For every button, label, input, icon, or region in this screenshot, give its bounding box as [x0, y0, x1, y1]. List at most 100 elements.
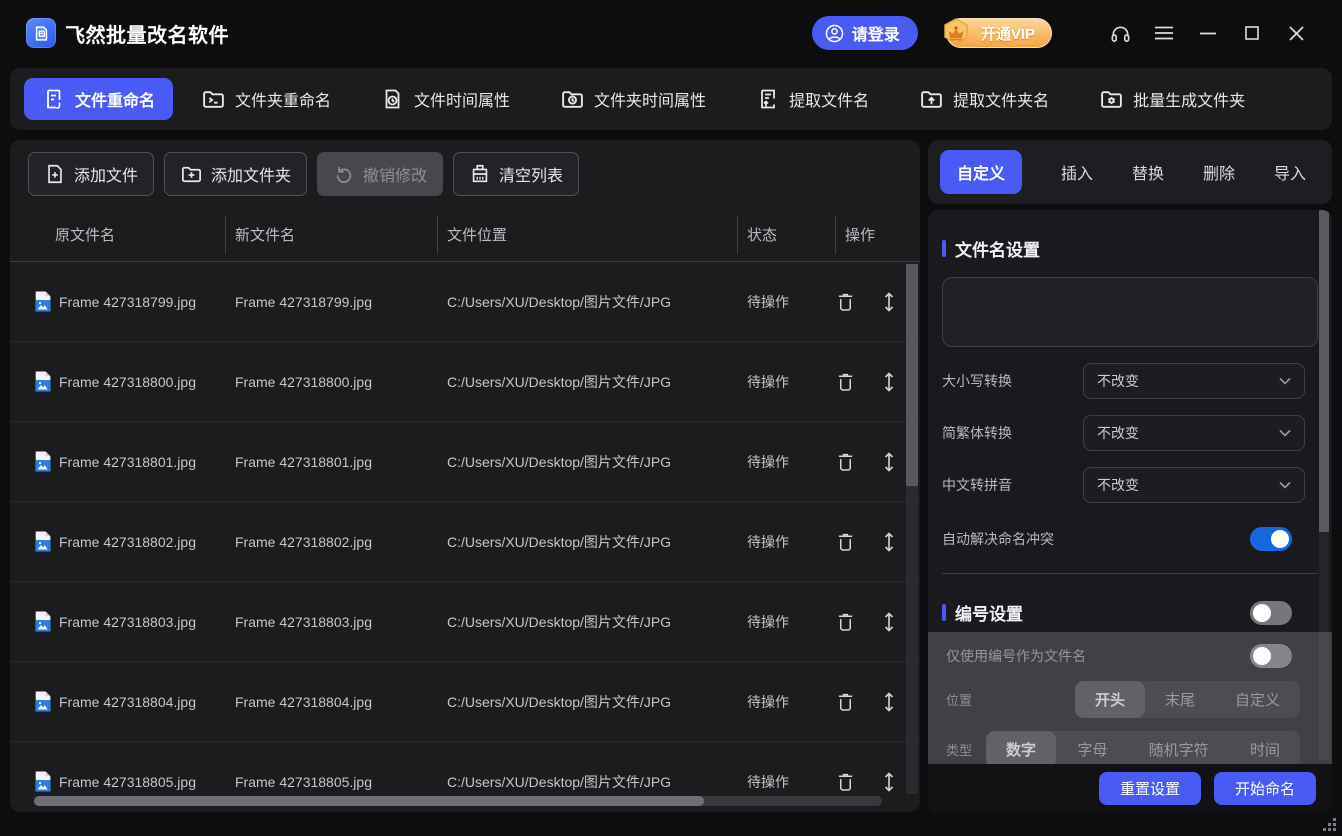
pinyin-convert-label: 中文转拼音 — [942, 475, 1012, 495]
resize-grip[interactable] — [1323, 818, 1338, 833]
nav-tab-file-time[interactable]: 文件时间属性 — [381, 87, 510, 111]
minimize-button[interactable] — [1186, 13, 1230, 53]
only-number-label: 仅使用编号作为文件名 — [946, 646, 1086, 666]
broom-icon — [469, 163, 491, 185]
nav-tab-folder-time[interactable]: 文件夹时间属性 — [560, 87, 706, 112]
position-label: 位置 — [946, 690, 972, 709]
table-row[interactable]: Frame 427318805.jpg Frame 427318805.jpg … — [10, 742, 920, 800]
vip-crown-icon — [939, 16, 973, 52]
tab-delete[interactable]: 删除 — [1203, 160, 1235, 184]
type-label: 类型 — [946, 740, 972, 759]
nav-tab-batch-create-folder[interactable]: 批量生成文件夹 — [1099, 87, 1245, 112]
add-file-button[interactable]: 添加文件 — [28, 152, 154, 196]
table-horizontal-scrollbar[interactable] — [34, 796, 882, 806]
table-row[interactable]: Frame 427318804.jpg Frame 427318804.jpg … — [10, 662, 920, 742]
tab-insert[interactable]: 插入 — [1061, 160, 1093, 184]
only-number-toggle[interactable] — [1250, 644, 1292, 668]
clear-list-button[interactable]: 清空列表 — [453, 152, 579, 196]
table-row[interactable]: Frame 427318802.jpg Frame 427318802.jpg … — [10, 502, 920, 582]
image-file-icon — [34, 531, 51, 552]
section-divider — [942, 573, 1318, 574]
app-logo-icon — [26, 18, 56, 48]
add-folder-label: 添加文件夹 — [211, 162, 291, 186]
table-body: Frame 427318799.jpg Frame 427318799.jpg … — [10, 262, 920, 800]
original-filename: Frame 427318804.jpg — [59, 694, 196, 710]
menu-button[interactable] — [1142, 13, 1186, 53]
position-option-custom[interactable]: 自定义 — [1215, 681, 1300, 718]
delete-row-button[interactable] — [836, 771, 855, 792]
table-row[interactable]: Frame 427318803.jpg Frame 427318803.jpg … — [10, 582, 920, 662]
move-row-button[interactable] — [882, 771, 896, 793]
numbering-toggle[interactable] — [1250, 601, 1292, 625]
file-clock-icon — [381, 87, 405, 111]
position-row: 位置 开头 末尾 自定义 — [946, 681, 1314, 718]
chevron-down-icon — [1279, 377, 1291, 385]
tab-custom[interactable]: 自定义 — [940, 150, 1022, 194]
settings-scrollbar[interactable] — [1319, 210, 1329, 760]
type-segmented: 数字 字母 随机字符 时间 — [986, 731, 1300, 768]
file-rename-icon — [42, 87, 66, 111]
image-file-icon — [34, 371, 51, 392]
type-option-number[interactable]: 数字 — [986, 731, 1056, 768]
table-row[interactable]: Frame 427318801.jpg Frame 427318801.jpg … — [10, 422, 920, 502]
pinyin-convert-select[interactable]: 不改变 — [1083, 467, 1305, 503]
file-plus-icon — [44, 163, 66, 185]
type-option-time[interactable]: 时间 — [1230, 731, 1300, 768]
nav-tab-label: 文件夹时间属性 — [594, 87, 706, 111]
type-option-letter[interactable]: 字母 — [1057, 731, 1127, 768]
move-row-button[interactable] — [882, 691, 896, 713]
undo-label: 撤销修改 — [363, 162, 427, 186]
tab-import[interactable]: 导入 — [1274, 160, 1306, 184]
reset-settings-button[interactable]: 重置设置 — [1099, 772, 1201, 805]
type-option-random[interactable]: 随机字符 — [1129, 731, 1229, 768]
tab-replace[interactable]: 替换 — [1132, 160, 1164, 184]
filename-settings-title: 文件名设置 — [955, 236, 1040, 261]
delete-row-button[interactable] — [836, 451, 855, 472]
vertical-scroll-thumb[interactable] — [906, 264, 918, 486]
user-icon — [824, 23, 845, 44]
table-row[interactable]: Frame 427318800.jpg Frame 427318800.jpg … — [10, 342, 920, 422]
move-row-button[interactable] — [882, 291, 896, 313]
add-folder-button[interactable]: 添加文件夹 — [164, 152, 307, 196]
numbering-settings-title: 编号设置 — [955, 600, 1023, 625]
settings-scroll-thumb[interactable] — [1319, 210, 1329, 532]
login-button[interactable]: 请登录 — [812, 16, 918, 50]
delete-row-button[interactable] — [836, 691, 855, 712]
column-header-original: 原文件名 — [34, 208, 225, 261]
delete-row-button[interactable] — [836, 531, 855, 552]
tradsimp-convert-select[interactable]: 不改变 — [1083, 415, 1305, 451]
table-row[interactable]: Frame 427318799.jpg Frame 427318799.jpg … — [10, 262, 920, 342]
file-path: C:/Users/XU/Desktop/图片文件/JPG — [437, 292, 737, 312]
type-row: 类型 数字 字母 随机字符 时间 — [946, 731, 1314, 768]
move-row-button[interactable] — [882, 531, 896, 553]
case-convert-select[interactable]: 不改变 — [1083, 363, 1305, 399]
move-row-button[interactable] — [882, 611, 896, 633]
image-file-icon — [34, 611, 51, 632]
close-button[interactable] — [1274, 13, 1318, 53]
status-text: 待操作 — [737, 692, 835, 712]
nav-tab-folder-rename[interactable]: 文件夹重命名 — [201, 87, 331, 112]
maximize-button[interactable] — [1230, 13, 1274, 53]
nav-tab-file-rename[interactable]: 文件重命名 — [24, 78, 173, 120]
filename-textarea[interactable] — [942, 277, 1318, 347]
delete-row-button[interactable] — [836, 611, 855, 632]
nav-tab-label: 提取文件名 — [789, 87, 869, 111]
undo-button[interactable]: 撤销修改 — [317, 152, 443, 196]
feature-nav: 文件重命名 文件夹重命名 文件时间属性 文件夹时间属性 提取文件名 提取文件夹名 — [10, 68, 1332, 130]
nav-tab-extract-filename[interactable]: 提取文件名 — [756, 87, 869, 111]
delete-row-button[interactable] — [836, 371, 855, 392]
horizontal-scroll-thumb[interactable] — [34, 796, 704, 806]
support-headphones-button[interactable] — [1098, 13, 1142, 53]
table-vertical-scrollbar[interactable] — [906, 264, 918, 794]
move-row-button[interactable] — [882, 451, 896, 473]
original-filename: Frame 427318803.jpg — [59, 614, 196, 630]
nav-tab-extract-foldername[interactable]: 提取文件夹名 — [919, 87, 1049, 112]
position-option-end[interactable]: 末尾 — [1145, 681, 1215, 718]
conflict-toggle[interactable] — [1250, 527, 1292, 551]
vip-button[interactable]: 开通VIP — [946, 18, 1052, 48]
start-rename-button[interactable]: 开始命名 — [1214, 772, 1316, 805]
position-option-start[interactable]: 开头 — [1075, 681, 1145, 718]
nav-tab-label: 批量生成文件夹 — [1133, 87, 1245, 111]
delete-row-button[interactable] — [836, 291, 855, 312]
move-row-button[interactable] — [882, 371, 896, 393]
